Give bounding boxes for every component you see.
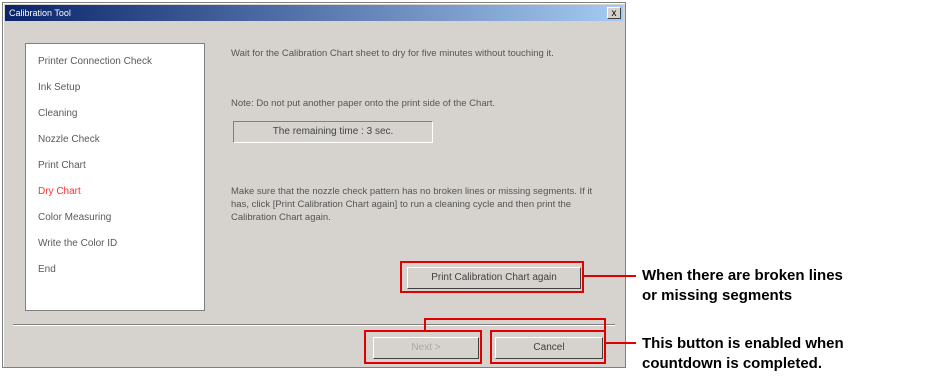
callout-enabled-1: This button is enabled when <box>642 335 844 352</box>
step-print-chart: Print Chart <box>38 160 86 171</box>
close-button[interactable]: x <box>607 7 621 19</box>
step-nozzle-check: Nozzle Check <box>38 134 100 145</box>
step-color-measuring: Color Measuring <box>38 212 112 223</box>
nozzle-check-text: Make sure that the nozzle check pattern … <box>231 186 593 223</box>
calibration-dialog: Calibration Tool x Printer Connection Ch… <box>2 2 626 368</box>
instruction-text: Wait for the Calibration Chart sheet to … <box>231 48 554 59</box>
note-text: Note: Do not put another paper onto the … <box>231 98 496 109</box>
callout-broken-lines-1: When there are broken lines <box>642 267 843 284</box>
highlight-cancel <box>490 330 606 364</box>
callout-line-enabled <box>604 342 636 344</box>
step-write-color-id: Write the Color ID <box>38 238 118 249</box>
highlight-next <box>364 330 482 364</box>
callout-enabled-2: countdown is completed. <box>642 355 823 372</box>
step-printer-connection-check: Printer Connection Check <box>38 56 152 67</box>
title-bar: Calibration Tool x <box>5 5 623 21</box>
callout-line-cancel-vertical <box>604 318 606 330</box>
remaining-time-display: The remaining time : 3 sec. <box>233 121 433 143</box>
window-title: Calibration Tool <box>9 8 71 18</box>
separator <box>13 324 615 326</box>
callout-line-print-again <box>584 275 636 277</box>
callout-broken-lines-2: or missing segments <box>642 287 793 304</box>
step-cleaning: Cleaning <box>38 108 78 119</box>
step-end: End <box>38 264 56 275</box>
steps-panel: Printer Connection Check Ink Setup Clean… <box>25 43 205 311</box>
highlight-print-again <box>400 261 584 293</box>
callout-line-top <box>424 318 606 320</box>
step-ink-setup: Ink Setup <box>38 82 81 93</box>
step-dry-chart: Dry Chart <box>38 186 81 197</box>
